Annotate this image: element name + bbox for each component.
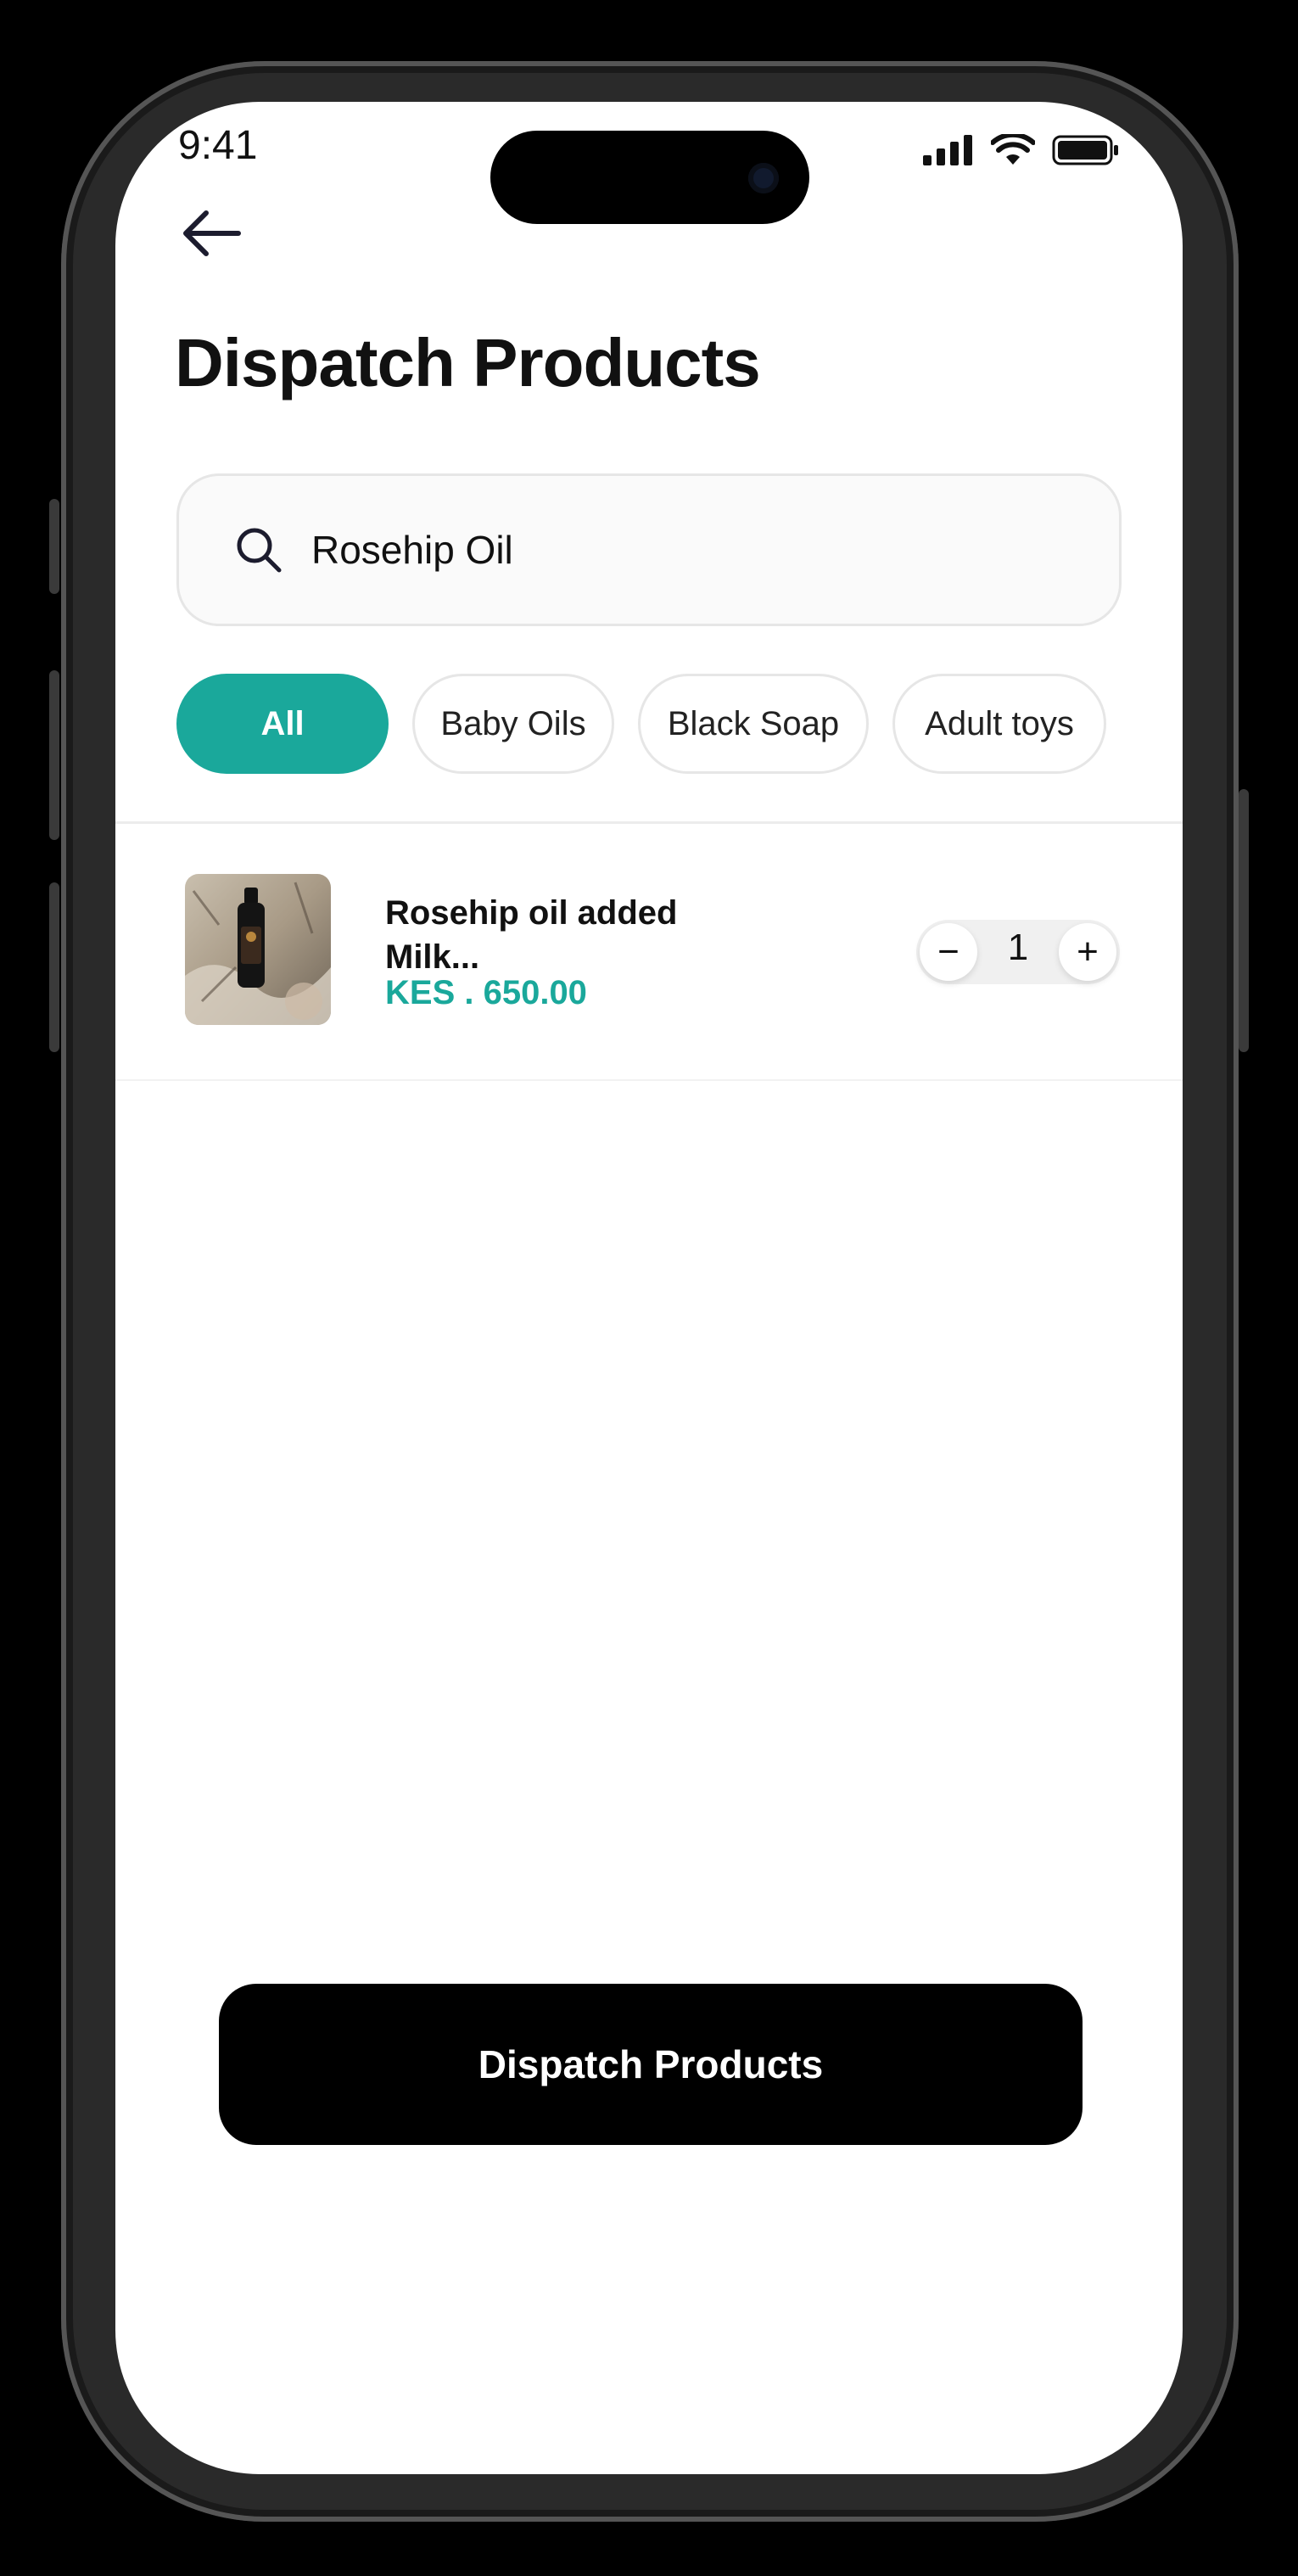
search-bar[interactable] [176,473,1122,626]
product-name: Rosehip oil added Milk... [385,894,678,976]
dispatch-products-button[interactable]: Dispatch Products [219,1984,1083,2145]
search-icon [237,528,282,573]
product-price: KES . 650.00 [385,974,587,1011]
increment-button[interactable]: + [1059,923,1116,981]
status-time: 9:41 [178,123,258,168]
plus-icon: + [1077,931,1099,972]
filter-chip-baby-oils[interactable]: Baby Oils [412,674,614,774]
volume-down-button [49,882,59,1052]
screen: 9:41 Dispatch Products Rosehip Oil All B… [115,102,1183,2474]
decrement-button[interactable]: − [920,923,977,981]
search-input[interactable] [310,526,992,574]
status-icons [923,134,1120,166]
product-image [185,874,331,1025]
minus-icon: − [937,931,960,972]
filter-chip-adult-toys[interactable]: Adult toys [892,674,1106,774]
battery-icon [1052,135,1118,165]
action-button [49,499,59,594]
divider [115,1079,1183,1081]
signal-icon [923,135,972,165]
arrow-left-icon [183,210,241,256]
back-button[interactable] [173,195,249,272]
product-list-item[interactable]: Rosehip oil added Milk... KES . 650.00 1… [115,823,1183,1078]
page-title: Dispatch Products [175,325,761,400]
wifi-icon [991,134,1035,165]
quantity-stepper: 1 − + [916,920,1120,984]
filter-chip-all[interactable]: All [176,674,389,774]
dynamic-island [490,131,809,224]
volume-up-button [49,670,59,840]
power-button [1239,789,1249,1052]
filter-chips: All Baby Oils Black Soap Adult toys [176,674,1106,774]
filter-chip-black-soap[interactable]: Black Soap [638,674,869,774]
camera-icon [748,163,779,193]
